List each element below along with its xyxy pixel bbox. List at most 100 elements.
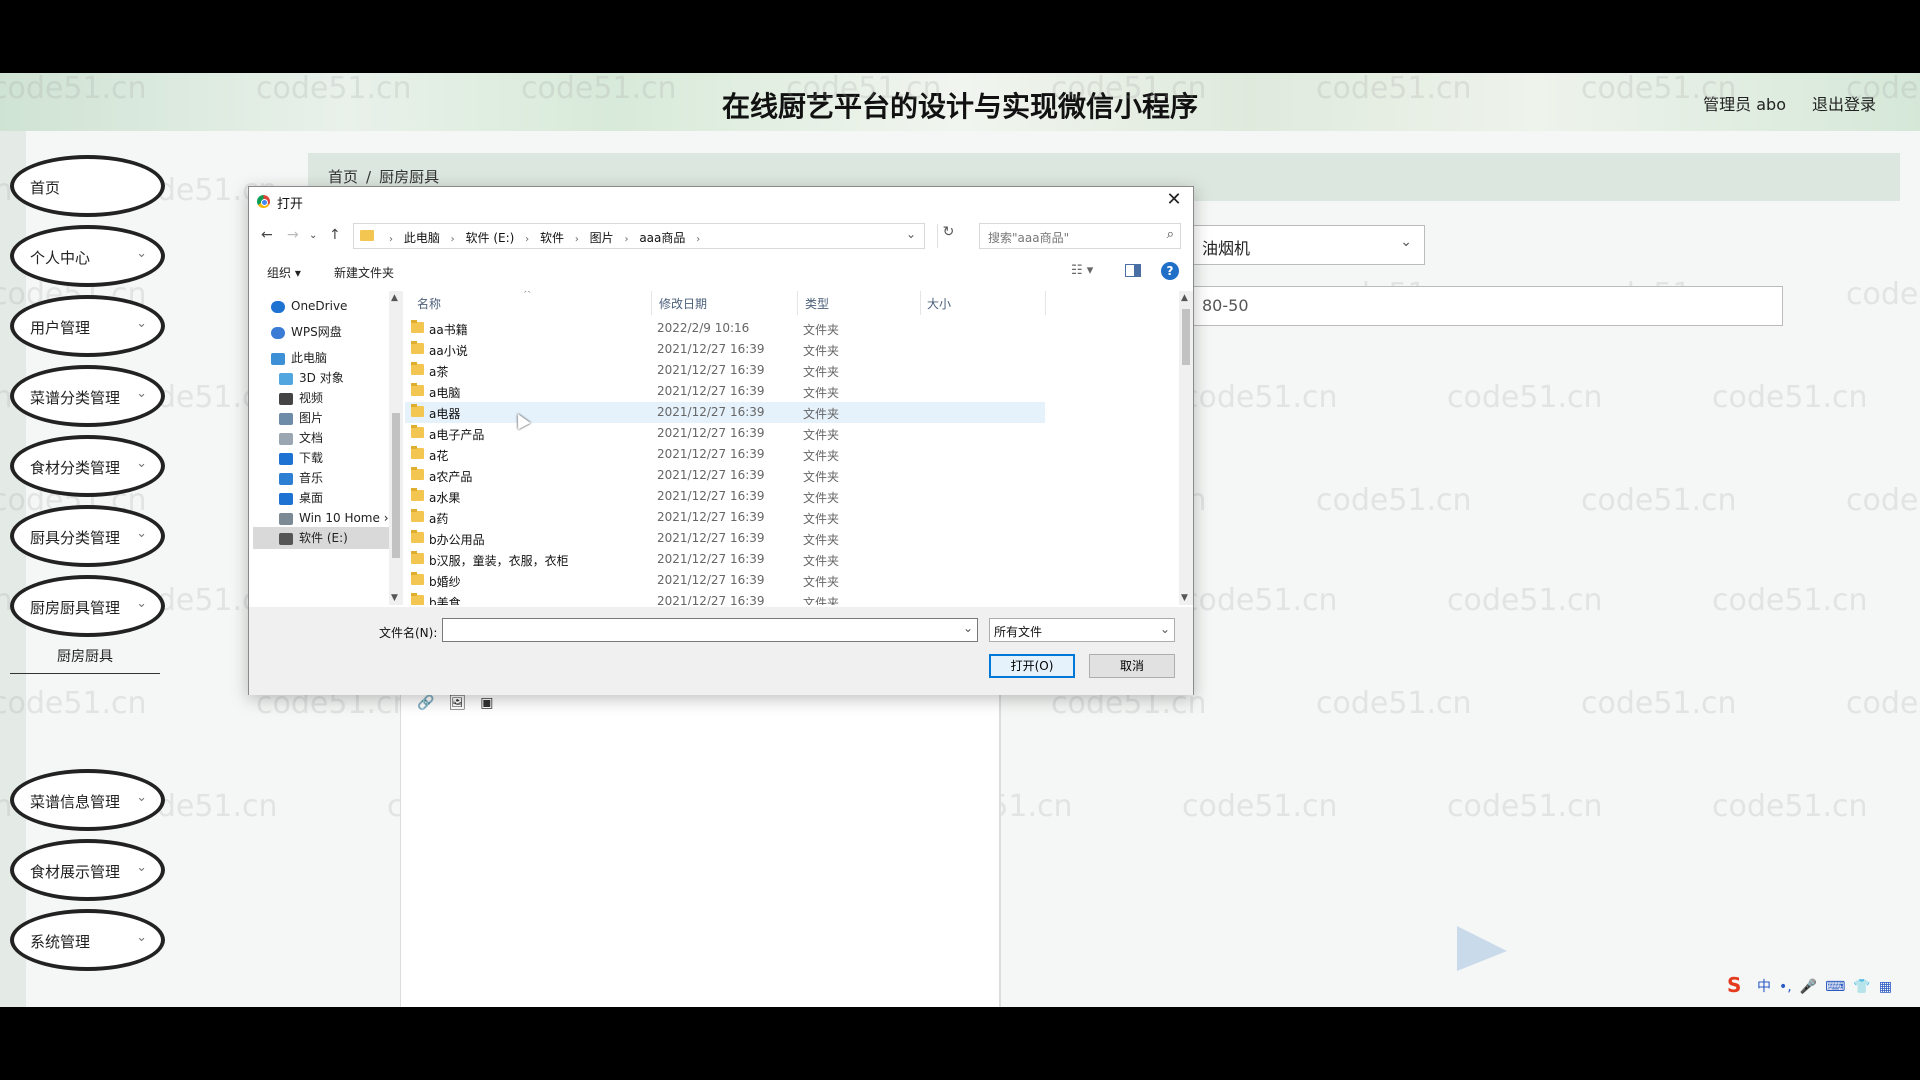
organize-button[interactable]: 组织 ▾ xyxy=(267,264,301,281)
refresh-icon[interactable]: ↻ xyxy=(937,224,959,248)
nav-node-drive-e[interactable]: 软件 (E:) xyxy=(253,527,389,549)
forward-arrow-icon[interactable]: → xyxy=(287,227,299,243)
file-name: a农产品 xyxy=(429,470,473,484)
file-type: 文件夹 xyxy=(803,344,840,358)
open-button[interactable]: 打开(O) xyxy=(989,654,1075,678)
nav-scrollbar[interactable]: ▲ ▼ xyxy=(389,291,403,605)
scroll-thumb[interactable] xyxy=(392,413,400,558)
file-row[interactable]: a电脑 2021/12/27 16:39 文件夹 xyxy=(405,381,1045,402)
nav-node-downloads[interactable]: 下载 xyxy=(279,447,323,469)
column-name[interactable]: 名称 xyxy=(417,295,441,312)
file-row[interactable]: a茶 2021/12/27 16:39 文件夹 xyxy=(405,360,1045,381)
up-arrow-icon[interactable]: ↑ xyxy=(329,227,341,243)
sidebar-item-system[interactable]: 系统管理 ⌄ xyxy=(10,909,165,971)
filetype-select[interactable]: 所有文件 ⌄ xyxy=(989,618,1175,642)
ime-item[interactable]: ▦ xyxy=(1879,979,1892,995)
file-row[interactable]: aa小说 2021/12/27 16:39 文件夹 xyxy=(405,339,1045,360)
address-crumb[interactable]: 软件 (E:) xyxy=(466,231,515,245)
file-row[interactable]: a花 2021/12/27 16:39 文件夹 xyxy=(405,444,1045,465)
nav-node-3d[interactable]: 3D 对象 xyxy=(279,367,344,389)
file-row[interactable]: a电子产品 2021/12/27 16:39 文件夹 xyxy=(405,423,1045,444)
sidebar-item-ingredient-category[interactable]: 食材分类管理 ⌄ xyxy=(10,435,165,497)
file-row[interactable]: b汉服，童装，衣服，衣柜 2021/12/27 16:39 文件夹 xyxy=(405,549,1045,570)
cancel-button[interactable]: 取消 xyxy=(1089,654,1175,678)
nav-node-onedrive[interactable]: OneDrive xyxy=(271,295,347,317)
file-row[interactable]: aa书籍 2022/2/9 10:16 文件夹 xyxy=(405,318,1045,339)
column-separator xyxy=(797,291,798,315)
file-name: a电脑 xyxy=(429,386,461,400)
sidebar-subitem-kitchenware[interactable]: 厨房厨具 xyxy=(10,640,160,674)
file-row[interactable]: b办公用品 2021/12/27 16:39 文件夹 xyxy=(405,528,1045,549)
logout-link[interactable]: 退出登录 xyxy=(1812,91,1876,115)
new-folder-button[interactable]: 新建文件夹 xyxy=(334,264,394,281)
sidebar-item-home[interactable]: 首页 xyxy=(10,155,165,217)
nav-node-music[interactable]: 音乐 xyxy=(279,467,323,489)
file-row[interactable]: a农产品 2021/12/27 16:39 文件夹 xyxy=(405,465,1045,486)
file-row[interactable]: b美食 2021/12/27 16:39 文件夹 xyxy=(405,591,1045,605)
image-icon[interactable]: 🖼 xyxy=(448,695,466,711)
sidebar-item-profile[interactable]: 个人中心 ⌄ xyxy=(10,225,165,287)
file-row[interactable]: a水果 2021/12/27 16:39 文件夹 xyxy=(405,486,1045,507)
sidebar-item-users[interactable]: 用户管理 ⌄ xyxy=(10,295,165,357)
link-icon[interactable]: 🔗 xyxy=(417,695,434,711)
preview-pane-icon[interactable] xyxy=(1125,264,1141,277)
ime-item[interactable]: •, xyxy=(1779,979,1792,995)
back-arrow-icon[interactable]: ← xyxy=(261,227,273,243)
nav-node-videos[interactable]: 视频 xyxy=(279,387,323,409)
file-row[interactable]: b婚纱 2021/12/27 16:39 文件夹 xyxy=(405,570,1045,591)
scroll-up-icon[interactable]: ▲ xyxy=(1181,293,1188,303)
address-bar[interactable]: › 此电脑 › 软件 (E:) › 软件 › 图片 › aaa商品 › ⌄ xyxy=(353,223,925,249)
dialog-title: 打开 xyxy=(277,197,304,212)
nav-node-pictures[interactable]: 图片 xyxy=(279,407,323,429)
scroll-up-icon[interactable]: ▲ xyxy=(391,293,398,303)
type-select-value: 油烟机 xyxy=(1202,239,1251,258)
desktop-icon xyxy=(279,492,293,505)
breadcrumb-home[interactable]: 首页 xyxy=(328,168,358,186)
sidebar-item-recipe-category[interactable]: 菜谱分类管理 ⌄ xyxy=(10,365,165,427)
scroll-thumb[interactable] xyxy=(1182,309,1190,365)
video-icon[interactable]: ▣ xyxy=(480,695,493,711)
address-crumb[interactable]: 此电脑 xyxy=(404,231,440,245)
computer-icon xyxy=(271,352,285,365)
ime-item[interactable]: 中 xyxy=(1757,979,1771,995)
sidebar-item-ingredient-display[interactable]: 食材展示管理 ⌄ xyxy=(10,839,165,901)
chevron-down-icon[interactable]: ⌄ xyxy=(906,227,916,241)
recent-dropdown-icon[interactable]: ⌄ xyxy=(309,230,317,241)
scroll-down-icon[interactable]: ▼ xyxy=(391,593,398,603)
nav-node-desktop[interactable]: 桌面 xyxy=(279,487,323,509)
scroll-down-icon[interactable]: ▼ xyxy=(1181,593,1188,603)
sidebar-item-cookware-category[interactable]: 厨具分类管理 ⌄ xyxy=(10,505,165,567)
folder-icon xyxy=(411,341,424,354)
column-type[interactable]: 类型 xyxy=(805,295,829,312)
column-size[interactable]: 大小 xyxy=(927,295,951,312)
filename-input[interactable] xyxy=(442,618,978,642)
watermark-text: code51.cn xyxy=(1712,380,1868,415)
sidebar-item-recipe-info[interactable]: 菜谱信息管理 ⌄ xyxy=(10,769,165,831)
search-input[interactable]: 搜索"aaa商品" ⌕ xyxy=(979,223,1181,249)
column-date[interactable]: 修改日期 xyxy=(659,295,707,312)
ime-item[interactable]: 🎤 xyxy=(1800,979,1817,995)
file-row[interactable]: a电器 2021/12/27 16:39 文件夹 xyxy=(405,402,1045,423)
chevron-down-icon[interactable]: ⌄ xyxy=(963,621,973,635)
address-crumb[interactable]: 软件 xyxy=(540,231,564,245)
nav-node-win10[interactable]: Win 10 Home › xyxy=(279,507,389,529)
sidebar-item-kitchenware[interactable]: 厨房厨具管理 ⌄ xyxy=(10,575,165,637)
rich-text-editor[interactable]: 🔗 🖼 ▣ xyxy=(400,688,1000,1007)
sogou-ime-icon[interactable]: S xyxy=(1727,973,1741,997)
help-icon[interactable]: ? xyxy=(1161,262,1179,280)
ime-item[interactable]: ⌨ xyxy=(1825,979,1845,995)
nav-node-documents[interactable]: 文档 xyxy=(279,427,323,449)
nav-node-this-pc[interactable]: 此电脑 xyxy=(271,347,327,369)
file-row[interactable]: a药 2021/12/27 16:39 文件夹 xyxy=(405,507,1045,528)
close-button[interactable]: ✕ xyxy=(1163,189,1185,213)
nav-node-label: 文档 xyxy=(299,431,324,445)
spec-input[interactable]: 80-50 xyxy=(1193,286,1783,326)
view-options-icon[interactable]: ☷ ▾ xyxy=(1071,263,1093,278)
address-crumb[interactable]: aaa商品 xyxy=(639,231,685,245)
address-crumb[interactable]: 图片 xyxy=(590,231,614,245)
ime-item[interactable]: 👕 xyxy=(1853,979,1870,995)
chevron-down-icon: ⌄ xyxy=(136,316,147,331)
nav-node-wps[interactable]: WPS网盘 xyxy=(271,321,342,343)
file-scrollbar[interactable]: ▲ ▼ xyxy=(1179,291,1193,605)
kitchenware-type-select[interactable]: 油烟机 ⌄ xyxy=(1193,225,1425,265)
